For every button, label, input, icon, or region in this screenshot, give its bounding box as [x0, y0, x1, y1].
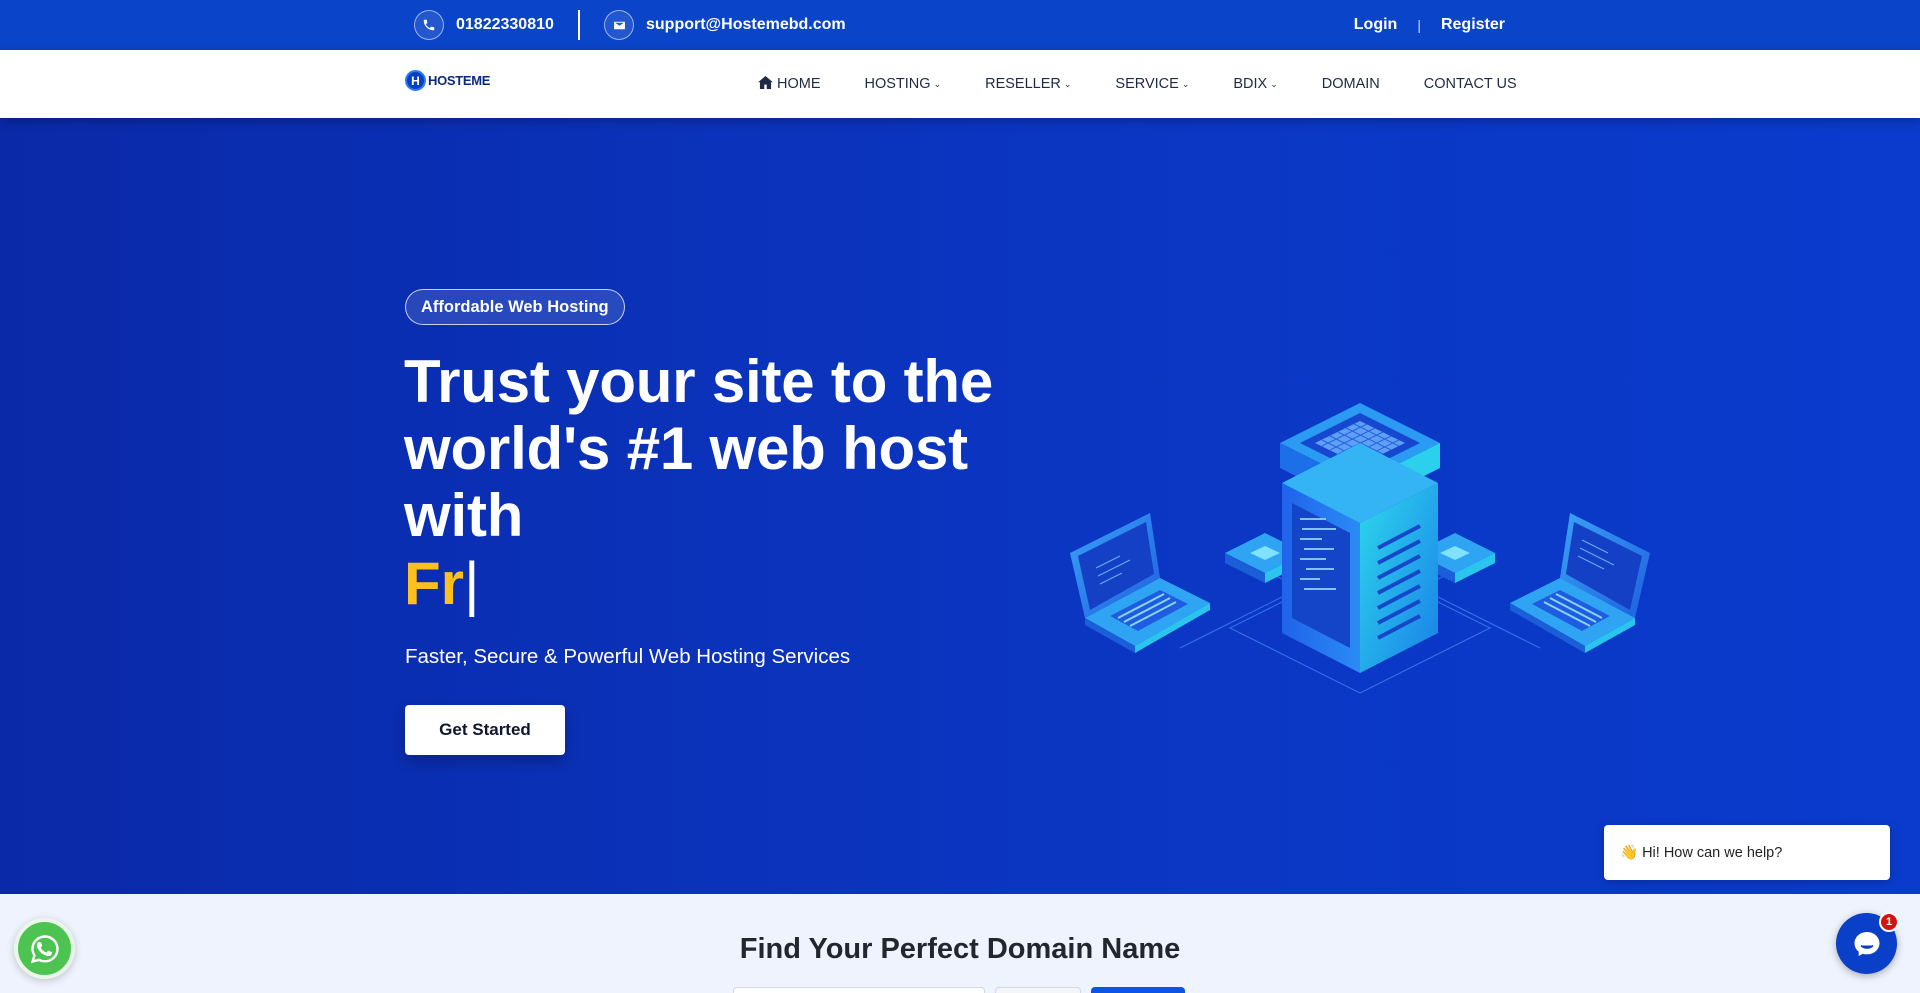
auth-separator: |: [1417, 17, 1421, 33]
server-illustration: [1070, 403, 1650, 694]
nav-menu: HOME HOSTING ⌄ RESELLER ⌄ SERVICE ⌄ BDIX…: [758, 50, 1517, 118]
typed-word: Fr: [404, 550, 464, 617]
nav-item-bdix[interactable]: BDIX ⌄: [1233, 76, 1277, 92]
email-address: support@Hostemebd.com: [646, 16, 846, 33]
domain-search-input[interactable]: [733, 987, 985, 993]
wave-emoji: 👋: [1620, 845, 1639, 861]
hero-section: Affordable Web Hosting Trust your site t…: [0, 118, 1920, 894]
typed-text: Fr|: [404, 550, 480, 617]
envelope-icon: [604, 10, 634, 40]
tld-select[interactable]: [995, 987, 1081, 993]
domain-search-button[interactable]: [1091, 987, 1185, 993]
get-started-button[interactable]: Get Started: [405, 705, 565, 755]
logo-mark: H: [405, 70, 426, 91]
hero-badge: Affordable Web Hosting: [405, 289, 625, 325]
chat-greeting-bubble[interactable]: 👋 Hi! How can we help?: [1604, 825, 1890, 880]
login-link[interactable]: Login: [1354, 16, 1398, 34]
email-contact[interactable]: support@Hostemebd.com: [604, 0, 846, 50]
chat-launcher-button[interactable]: 1: [1836, 912, 1899, 974]
chat-greeting-text: Hi! How can we help?: [1642, 844, 1783, 861]
nav-item-label: SERVICE: [1115, 76, 1179, 92]
nav-item-reseller[interactable]: RESELLER ⌄: [985, 76, 1071, 92]
nav-item-label: HOME: [777, 76, 821, 92]
main-navbar: H HOSTEME HOME HOSTING ⌄ RESELLER ⌄ SERV…: [0, 50, 1920, 118]
nav-item-contact[interactable]: CONTACT US: [1424, 76, 1517, 92]
phone-icon: [414, 10, 444, 40]
nav-item-label: HOSTING: [864, 76, 931, 92]
typing-cursor: |: [464, 550, 480, 617]
chevron-down-icon: ⌄: [933, 78, 942, 89]
chat-bubble-icon: [1854, 931, 1879, 956]
auth-links: Login | Register: [1354, 0, 1505, 50]
site-logo[interactable]: H HOSTEME: [405, 70, 490, 91]
top-contact-bar: 01822330810 support@Hostemebd.com Login …: [0, 0, 1920, 50]
domain-search-section: Find Your Perfect Domain Name: [0, 894, 1920, 993]
nav-item-home[interactable]: HOME: [758, 75, 821, 93]
phone-number: 01822330810: [456, 16, 554, 33]
chevron-down-icon: ⌄: [1181, 78, 1190, 89]
nav-item-label: CONTACT US: [1423, 76, 1517, 92]
logo-text: HOSTEME: [428, 73, 491, 88]
nav-item-label: RESELLER: [985, 76, 1061, 92]
register-link[interactable]: Register: [1441, 16, 1505, 34]
home-icon: [758, 75, 773, 93]
domain-section-title: Find Your Perfect Domain Name: [739, 933, 1181, 965]
phone-contact[interactable]: 01822330810: [414, 0, 554, 50]
chevron-down-icon: ⌄: [1270, 78, 1278, 89]
hero-subtitle: Faster, Secure & Powerful Web Hosting Se…: [405, 645, 851, 668]
whatsapp-button[interactable]: [14, 918, 75, 979]
unread-count-badge: 1: [1879, 912, 1899, 932]
hero-headline: Trust your site to the world's #1 web ho…: [404, 348, 994, 549]
nav-item-label: BDIX: [1233, 76, 1268, 92]
chevron-down-icon: ⌄: [1063, 78, 1072, 89]
nav-item-service[interactable]: SERVICE ⌄: [1115, 76, 1189, 92]
nav-item-hosting[interactable]: HOSTING ⌄: [865, 76, 942, 92]
nav-item-domain[interactable]: DOMAIN: [1322, 76, 1380, 92]
contact-divider: [578, 10, 580, 40]
nav-item-label: DOMAIN: [1321, 76, 1380, 92]
whatsapp-icon: [30, 934, 59, 963]
